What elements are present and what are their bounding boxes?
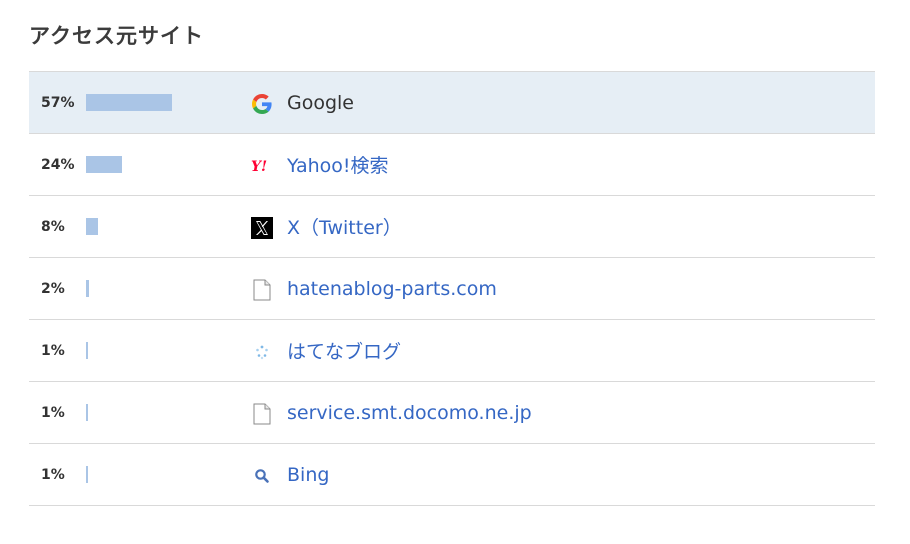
percent-label: 24% <box>41 156 75 173</box>
bar-track <box>86 444 236 505</box>
access-source-panel: アクセス元サイト 57% Google 24% Y! Yahoo!検索 8% X… <box>0 0 910 544</box>
percent-label: 1% <box>41 404 65 421</box>
percent-bar <box>86 218 98 235</box>
percent-label: 2% <box>41 280 65 297</box>
table-row[interactable]: 24% Y! Yahoo!検索 <box>29 134 875 196</box>
percent-bar <box>86 342 88 359</box>
yahoo-icon: Y! <box>251 155 273 177</box>
percent-label: 57% <box>41 94 75 111</box>
percent-bar <box>86 156 122 173</box>
source-link[interactable]: Google <box>287 72 354 133</box>
document-icon <box>251 403 273 425</box>
document-icon <box>251 279 273 301</box>
percent-bar <box>86 280 89 297</box>
bar-track <box>86 382 236 443</box>
table-row[interactable]: 2% hatenablog-parts.com <box>29 258 875 320</box>
table-row[interactable]: 1% service.smt.docomo.ne.jp <box>29 382 875 444</box>
bar-track <box>86 72 236 133</box>
x-icon <box>251 216 273 239</box>
access-source-table: 57% Google 24% Y! Yahoo!検索 8% X（Twitter）… <box>29 71 875 506</box>
source-link[interactable]: service.smt.docomo.ne.jp <box>287 382 532 443</box>
percent-bar <box>86 404 88 421</box>
table-row[interactable]: 8% X（Twitter） <box>29 196 875 258</box>
panel-title: アクセス元サイト <box>29 24 204 48</box>
percent-label: 8% <box>41 218 65 235</box>
google-icon <box>251 93 273 115</box>
table-row[interactable]: 57% Google <box>29 72 875 134</box>
bar-track <box>86 320 236 381</box>
source-link[interactable]: X（Twitter） <box>287 196 402 257</box>
hatena-blog-icon <box>251 341 273 363</box>
table-row[interactable]: 1% Bing <box>29 444 875 506</box>
bar-track <box>86 134 236 195</box>
source-link[interactable]: Yahoo!検索 <box>287 134 389 195</box>
search-icon <box>251 465 273 487</box>
bar-track <box>86 196 236 257</box>
percent-bar <box>86 94 172 111</box>
table-row[interactable]: 1% はてなブログ <box>29 320 875 382</box>
source-link[interactable]: Bing <box>287 444 329 505</box>
source-link[interactable]: はてなブログ <box>287 320 401 381</box>
bar-track <box>86 258 236 319</box>
percent-label: 1% <box>41 342 65 359</box>
svg-text:Y!: Y! <box>251 159 267 174</box>
percent-label: 1% <box>41 466 65 483</box>
source-link[interactable]: hatenablog-parts.com <box>287 258 497 319</box>
percent-bar <box>86 466 88 483</box>
